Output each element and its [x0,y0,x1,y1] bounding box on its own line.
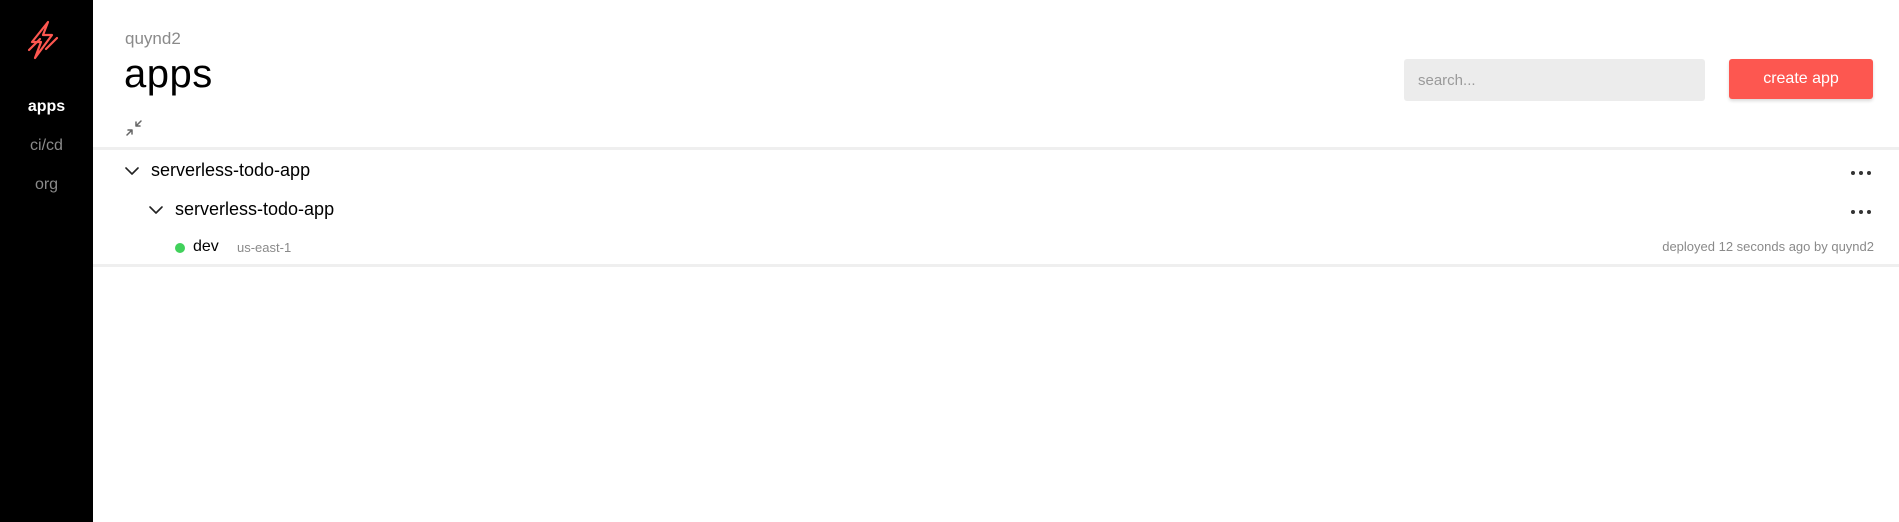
stage-region: us-east-1 [237,240,292,255]
sidebar-item-cicd[interactable]: ci/cd [0,136,93,156]
app-name[interactable]: serverless-todo-app [151,159,310,181]
search-input[interactable] [1404,59,1705,101]
sidebar-item-org[interactable]: org [0,175,93,195]
collapse-arrows-icon[interactable] [124,118,144,138]
dot [1851,210,1855,214]
create-app-button[interactable]: create app [1729,59,1873,99]
service-name[interactable]: serverless-todo-app [175,198,334,220]
divider [93,264,1899,267]
stage-name[interactable]: dev [193,237,219,257]
status-indicator-icon [175,243,185,253]
chevron-down-icon[interactable] [124,163,140,179]
dot [1859,210,1863,214]
page-title: apps [124,52,213,96]
dot [1867,171,1871,175]
serverless-bolt-icon[interactable] [26,20,60,64]
service-more-menu-icon[interactable] [1850,207,1872,217]
app-more-menu-icon[interactable] [1850,168,1872,178]
divider [93,147,1899,150]
deploy-info: deployed 12 seconds ago by quynd2 [1662,239,1874,254]
chevron-down-icon[interactable] [148,202,164,218]
app-root: apps ci/cd org quynd2 apps create app se… [0,0,1899,522]
dot [1867,210,1871,214]
dot [1851,171,1855,175]
org-name: quynd2 [125,29,181,48]
sidebar: apps ci/cd org [0,0,93,522]
sidebar-item-apps[interactable]: apps [0,97,93,117]
dot [1859,171,1863,175]
